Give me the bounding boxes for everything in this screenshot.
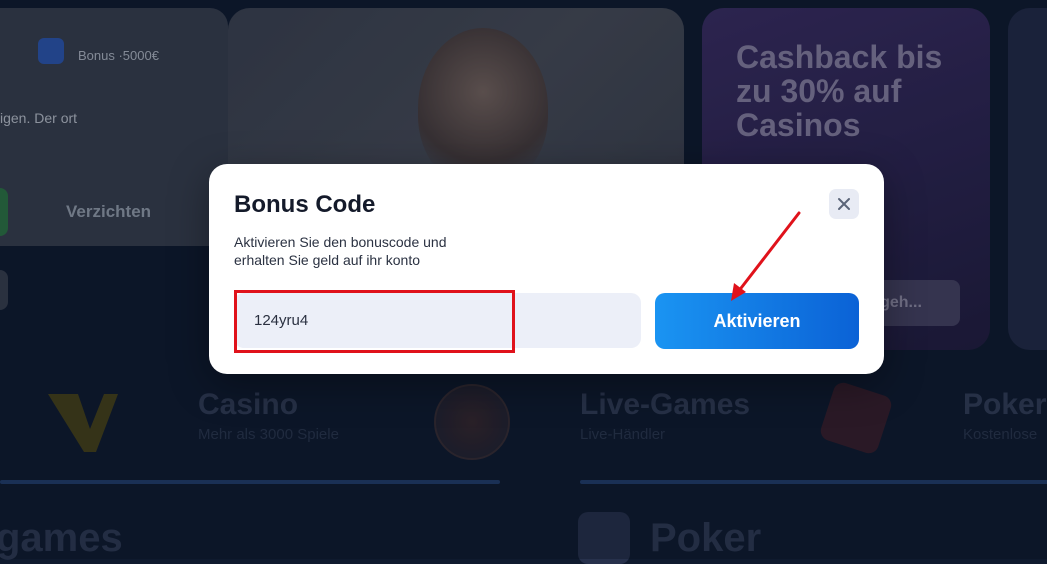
close-icon xyxy=(838,198,850,210)
dialog-title: Bonus Code xyxy=(234,191,376,218)
dialog-description: Aktivieren Sie den bonuscode und erhalte… xyxy=(234,234,447,268)
bonus-code-dialog: Bonus Code Aktivieren Sie den bonuscode … xyxy=(209,164,884,374)
close-button[interactable] xyxy=(829,189,859,219)
bonus-code-input[interactable] xyxy=(234,293,641,348)
activate-button[interactable]: Aktivieren xyxy=(655,293,859,349)
